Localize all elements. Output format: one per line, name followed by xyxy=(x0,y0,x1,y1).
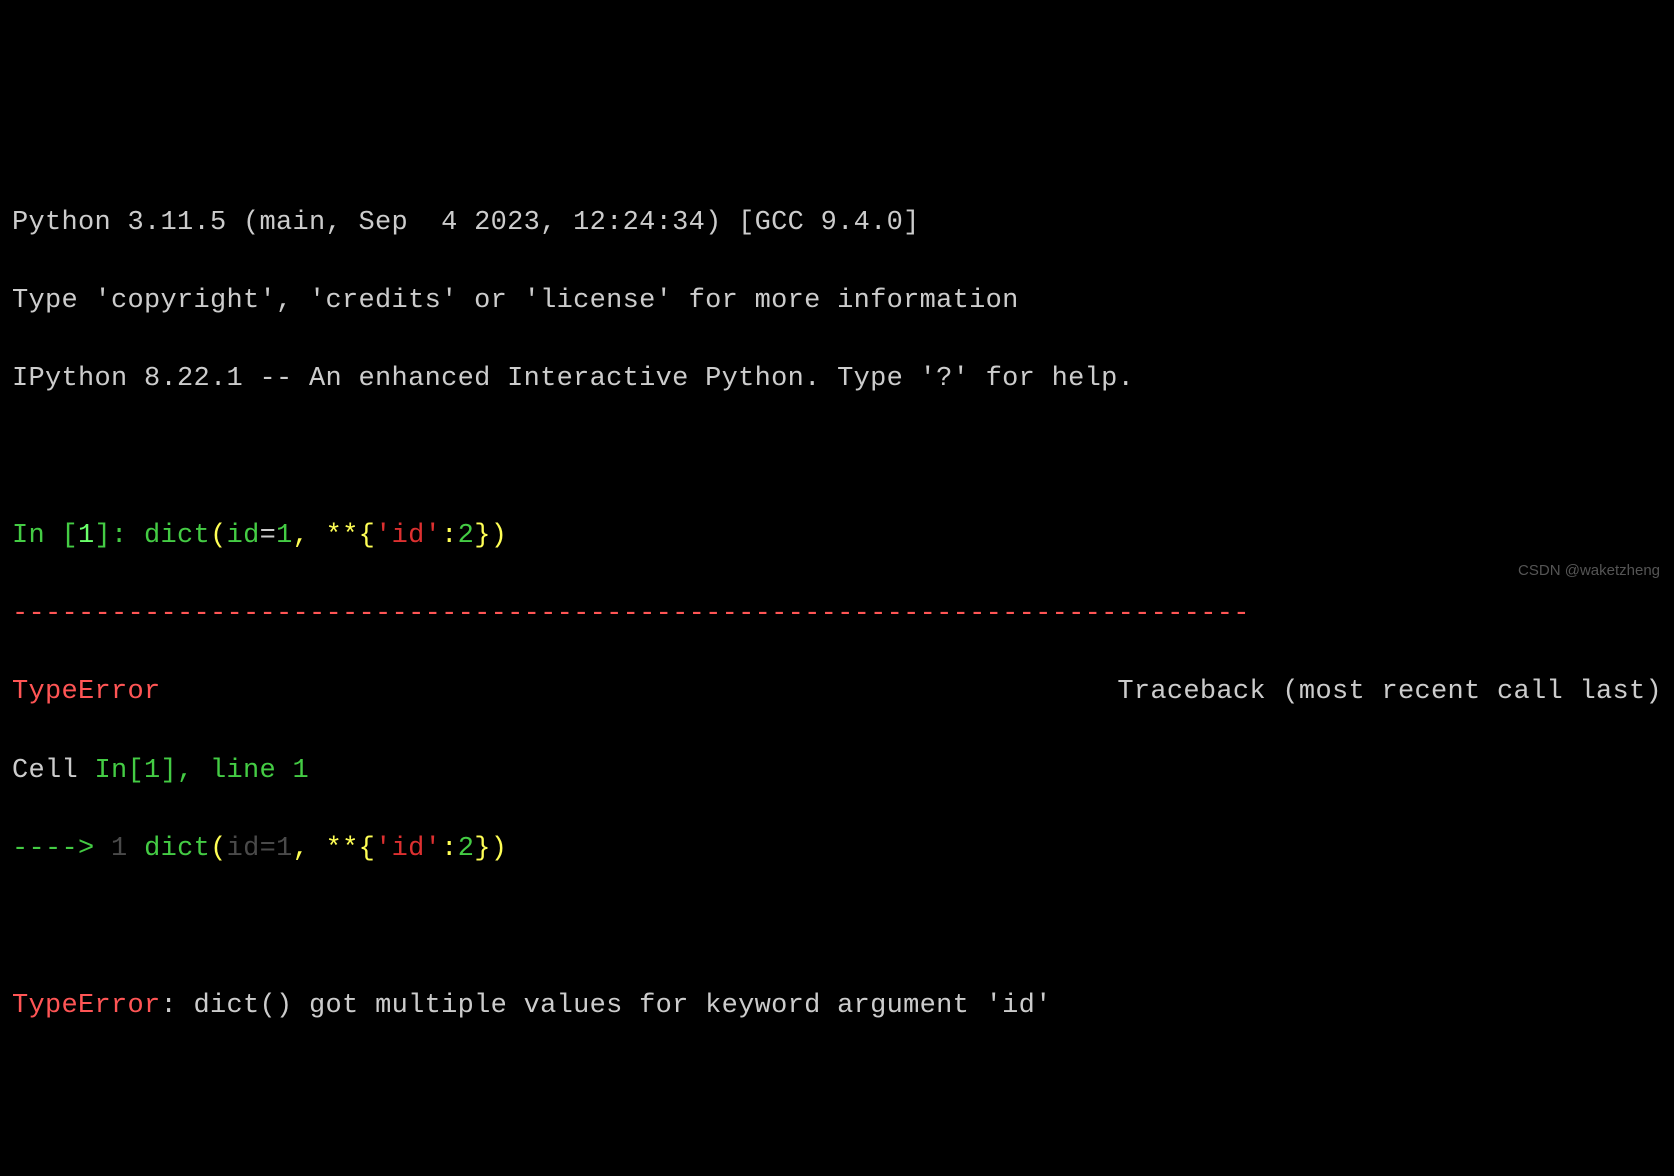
cell-line-num: , line 1 xyxy=(177,756,309,786)
tb-num1: 1 xyxy=(276,834,293,864)
code-func: dict xyxy=(144,521,210,551)
cell-prefix: Cell xyxy=(12,756,95,786)
code-colon: : xyxy=(441,521,458,551)
tb-kwarg: id xyxy=(227,834,260,864)
traceback-code-line: ----> 1 dict(id=1, **{'id':2}) xyxy=(12,830,1662,869)
tb-sep: , **{ xyxy=(293,834,376,864)
error-type: TypeError xyxy=(12,673,161,712)
code-num1: 1 xyxy=(276,521,293,551)
final-error-type: TypeError xyxy=(12,991,161,1021)
tb-colon: : xyxy=(441,834,458,864)
code-sep: , **{ xyxy=(293,521,376,551)
prompt-in: In [ xyxy=(12,521,78,551)
code-num2: 2 xyxy=(458,521,475,551)
traceback-line-num: 1 xyxy=(111,834,128,864)
tb-eq: = xyxy=(260,834,277,864)
code-eq: = xyxy=(260,521,277,551)
traceback-space xyxy=(128,834,145,864)
python-version-line: Python 3.11.5 (main, Sep 4 2023, 12:24:3… xyxy=(12,204,1662,243)
python-copyright-line: Type 'copyright', 'credits' or 'license'… xyxy=(12,282,1662,321)
cell-ref: In[1] xyxy=(95,756,178,786)
tb-func: dict xyxy=(144,834,210,864)
code-str: 'id' xyxy=(375,521,441,551)
ipython-version-line: IPython 8.22.1 -- An enhanced Interactiv… xyxy=(12,360,1662,399)
traceback-arrow: ----> xyxy=(12,834,111,864)
tb-num2: 2 xyxy=(458,834,475,864)
terminal-output: Python 3.11.5 (main, Sep 4 2023, 12:24:3… xyxy=(12,165,1662,1065)
prompt-num: 1 xyxy=(78,521,95,551)
blank-line xyxy=(12,439,1662,478)
input-line[interactable]: In [1]: dict(id=1, **{'id':2}) xyxy=(12,517,1662,556)
csdn-watermark: CSDN @waketzheng xyxy=(1518,560,1660,582)
final-error-msg: : dict() got multiple values for keyword… xyxy=(161,991,1052,1021)
tb-paren: ( xyxy=(210,834,227,864)
prompt-suffix: ]: xyxy=(95,521,145,551)
traceback-dashes: ----------------------------------------… xyxy=(12,595,1662,634)
code-paren: ( xyxy=(210,521,227,551)
tb-str: 'id' xyxy=(375,834,441,864)
traceback-label: Traceback (most recent call last) xyxy=(1117,673,1662,712)
code-end: }) xyxy=(474,521,507,551)
tb-end: }) xyxy=(474,834,507,864)
traceback-header: TypeError Traceback (most recent call las… xyxy=(12,673,1662,712)
blank-line-2 xyxy=(12,908,1662,947)
code-kwarg: id xyxy=(227,521,260,551)
final-error-line: TypeError: dict() got multiple values fo… xyxy=(12,987,1662,1026)
cell-location: Cell In[1], line 1 xyxy=(12,752,1662,791)
